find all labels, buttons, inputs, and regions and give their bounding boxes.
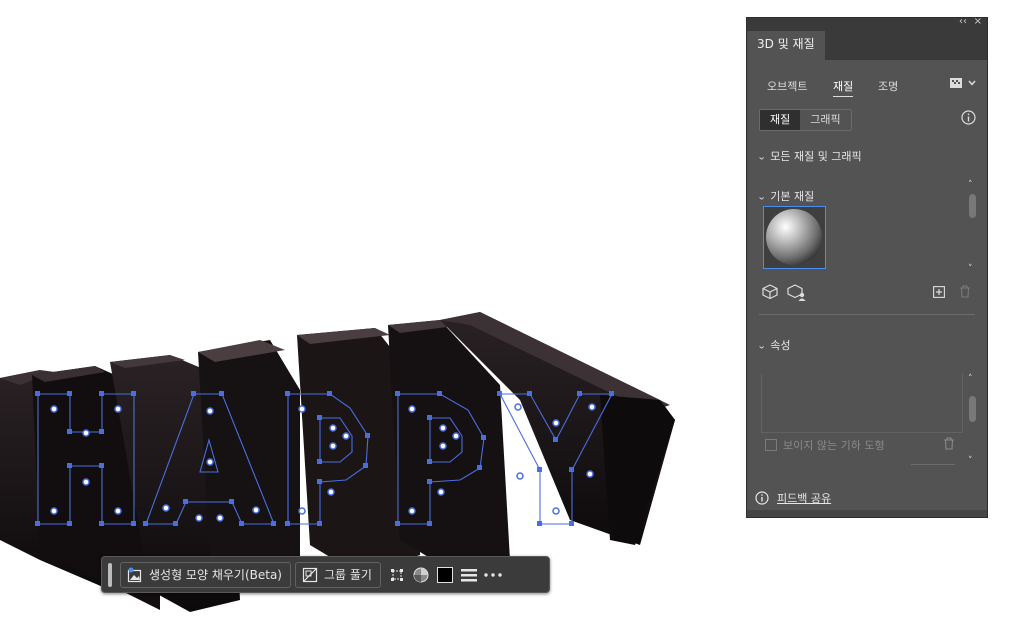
material-user-icon[interactable]	[787, 284, 807, 305]
generative-shape-fill-label: 생성형 모양 채우기(Beta)	[149, 568, 282, 582]
generative-fill-icon	[127, 567, 142, 582]
3d-materials-panel: ‹‹ × 3D 및 재질 오브젝트 재질 조명 재질 그래픽 ⌄ 모든 재질 및 …	[746, 16, 988, 518]
base-material-label: 기본 재질	[770, 190, 815, 203]
tab-lighting[interactable]: 조명	[878, 78, 898, 94]
all-materials-section-header[interactable]: ⌄ 모든 재질 및 그래픽	[757, 148, 862, 164]
chevron-down-icon: ⌄	[757, 151, 767, 162]
fill-swatch-black	[436, 566, 453, 583]
chevron-down-icon: ⌄	[757, 340, 767, 351]
panel-sub-tabs: 오브젝트 재질 조명	[767, 78, 977, 98]
stroke-weight-icon[interactable]	[457, 562, 481, 588]
share-feedback-label: 피드백 공유	[777, 492, 832, 505]
tab-materials[interactable]: 재질	[833, 78, 854, 97]
contextual-task-bar: 생성형 모양 채우기(Beta) 그룹 풀기	[101, 556, 550, 593]
ungroup-icon	[302, 567, 318, 582]
section-divider	[759, 314, 975, 315]
scroll-down-icon[interactable]: ˅	[968, 264, 973, 274]
panel-tab-strip: 3D 및 재질	[747, 31, 987, 60]
all-materials-label: 모든 재질 및 그래픽	[770, 150, 862, 163]
properties-divider	[911, 464, 955, 465]
properties-scroll-thumb[interactable]	[969, 396, 976, 422]
panel-resize-grip[interactable]	[747, 510, 987, 517]
invisible-geometry-option: 보이지 않는 기하 도형	[765, 437, 885, 453]
properties-section-header[interactable]: ⌄ 속성	[757, 337, 790, 353]
transform-icon[interactable]	[385, 562, 409, 588]
invisible-geometry-label: 보이지 않는 기하 도형	[783, 439, 885, 452]
add-material-icon[interactable]	[933, 286, 945, 301]
properties-content-area	[761, 374, 963, 433]
properties-scrollbar[interactable]: ˄ ˅	[967, 374, 977, 466]
render-settings-icon[interactable]	[949, 76, 977, 93]
delete-material-icon	[959, 285, 971, 301]
chevron-down-icon: ⌄	[757, 191, 767, 202]
invisible-geometry-checkbox[interactable]	[765, 439, 777, 451]
more-options-icon[interactable]	[481, 562, 505, 588]
panel-titlebar[interactable]: ‹‹ ×	[747, 16, 987, 31]
scroll-down-icon[interactable]: ˅	[968, 456, 973, 466]
materials-scrollbar[interactable]: ˄ ˅	[967, 180, 977, 274]
taskbar-drag-handle[interactable]	[108, 562, 112, 587]
close-panel-icon[interactable]: ×	[974, 16, 982, 27]
segment-materials[interactable]: 재질	[760, 110, 801, 130]
collapse-panel-icon[interactable]: ‹‹	[959, 16, 967, 27]
ungroup-button[interactable]: 그룹 풀기	[295, 561, 381, 588]
panel-title-tab[interactable]: 3D 및 재질	[747, 31, 825, 60]
scroll-up-icon[interactable]: ˄	[968, 374, 973, 384]
materials-scroll-thumb[interactable]	[969, 194, 976, 218]
base-material-section-header[interactable]: ⌄ 기본 재질	[757, 188, 814, 204]
properties-label: 속성	[770, 339, 791, 352]
delete-property-icon	[943, 437, 955, 453]
info-icon	[755, 491, 769, 505]
default-material-thumbnail[interactable]	[763, 206, 826, 269]
info-icon[interactable]	[961, 110, 976, 128]
generative-shape-fill-button[interactable]: 생성형 모양 채우기(Beta)	[120, 561, 291, 588]
scroll-up-icon[interactable]: ˄	[968, 180, 973, 190]
tab-object[interactable]: 오브젝트	[767, 78, 807, 94]
ungroup-label: 그룹 풀기	[324, 568, 372, 582]
share-feedback-link[interactable]: 피드백 공유	[755, 490, 831, 506]
segment-graphics[interactable]: 그래픽	[800, 110, 850, 130]
apply-material-icon[interactable]	[761, 284, 779, 303]
materials-graphics-toggle: 재질 그래픽	[759, 109, 852, 131]
fill-color-swatch[interactable]	[433, 562, 457, 588]
recolor-icon[interactable]	[409, 562, 433, 588]
